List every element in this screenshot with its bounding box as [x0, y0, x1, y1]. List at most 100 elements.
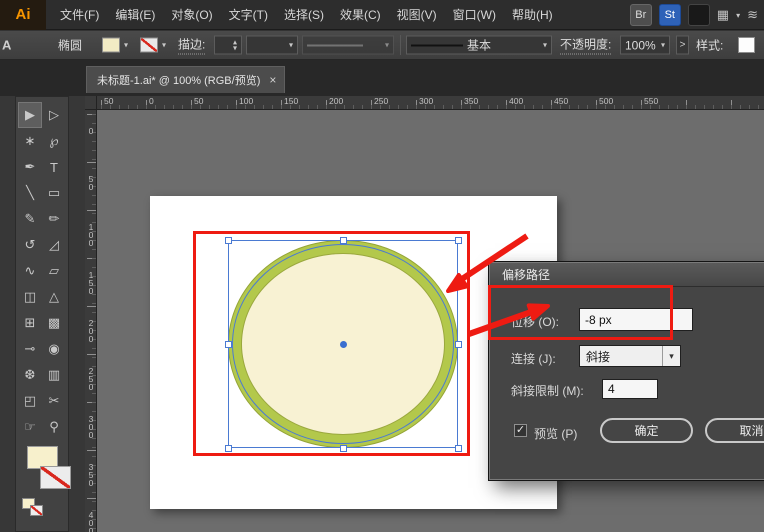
menu-item-3[interactable]: 对象(O)	[163, 0, 220, 30]
tools-grid: ▶ ▷ ∗ ℘ ✒ T ╲ ▭ ✎ ✏ ↺ ◿ ∿ ▱ ◫ △ ⊞ ▩ ⊸ ◉ ❆ ▥ ◰ ✂ ☞ ⚲	[18, 102, 66, 440]
stepper-down-icon[interactable]: ▾	[233, 44, 237, 52]
rectangle-tool-icon[interactable]: ▭	[42, 180, 66, 206]
document-tab-bar: 未标题-1.ai* @ 100% (RGB/预览) ×	[0, 60, 764, 96]
vruler-label: 350	[86, 462, 96, 486]
lasso-tool-icon[interactable]: ℘	[42, 128, 66, 154]
cs-live-icon[interactable]: ≋	[747, 7, 758, 23]
join-dropdown[interactable]: 斜接 ▾	[579, 345, 681, 367]
hruler-label: 50	[194, 96, 204, 106]
vruler-label: 300	[86, 414, 96, 438]
blend-tool-icon[interactable]: ◉	[42, 336, 66, 362]
width-profile-dropdown[interactable]: ▾	[302, 35, 394, 55]
magic-wand-tool-icon[interactable]: ∗	[18, 128, 42, 154]
type-tool-icon[interactable]: T	[42, 154, 66, 180]
direct-selection-tool-icon[interactable]: ▷	[42, 102, 66, 128]
brush-name-label: 基本	[467, 38, 492, 53]
brush-stroke-preview	[411, 44, 463, 46]
menu-item-1[interactable]: 文件(F)	[52, 0, 107, 30]
vruler-label: 250	[86, 366, 96, 390]
scale-tool-icon[interactable]: ◿	[42, 232, 66, 258]
zoom-tool-icon[interactable]: ⚲	[42, 414, 66, 440]
vruler-label: 200	[86, 318, 96, 342]
slice-tool-icon[interactable]: ✂	[42, 388, 66, 414]
stroke-weight-label[interactable]: 描边:	[178, 36, 206, 55]
stroke-weight-stepper[interactable]: ▴ ▾	[214, 35, 242, 55]
column-graph-tool-icon[interactable]: ▥	[42, 362, 66, 388]
document-tab[interactable]: 未标题-1.ai* @ 100% (RGB/预览) ×	[86, 66, 286, 93]
opacity-dropdown[interactable]: 100% ▾	[620, 35, 670, 55]
menu-item-8[interactable]: 窗口(W)	[445, 0, 504, 30]
perspective-grid-tool-icon[interactable]: △	[42, 284, 66, 310]
chevron-down-icon: ▾	[660, 40, 665, 50]
menu-bar-right: Br St ▦ ▾ ≋	[629, 4, 758, 26]
vruler-label: 400	[86, 510, 96, 532]
swatch-dark-icon[interactable]	[687, 4, 710, 26]
free-transform-tool-icon[interactable]: ▱	[42, 258, 66, 284]
control-bar: A 椭圆 ▾ ▾ 描边: ▴ ▾ ▾ ▾ 基本 ▾ 不透明度: 100% ▾ >…	[0, 31, 764, 60]
menu-item-5[interactable]: 选择(S)	[276, 0, 332, 30]
ruler-corner[interactable]	[85, 96, 97, 110]
opacity-label[interactable]: 不透明度:	[560, 36, 612, 55]
preview-checkbox[interactable]: ✓	[514, 424, 527, 437]
ok-button[interactable]: 确定	[600, 418, 693, 443]
hruler-label: 100	[239, 96, 254, 106]
menu-bar: Ai 文件(F) 编辑(E) 对象(O) 文字(T) 选择(S) 效果(C) 视图(V) 窗口…	[0, 0, 764, 30]
hruler-label: 500	[599, 96, 614, 106]
workspace-switcher-icon[interactable]: ▦	[717, 7, 729, 23]
ruler-vertical: 0 50 100 150 200 250 300 350 400	[85, 110, 97, 532]
hand-tool-icon[interactable]: ☞	[18, 414, 42, 440]
hruler-label: 450	[554, 96, 569, 106]
shape-builder-tool-icon[interactable]: ◫	[18, 284, 42, 310]
hruler-label: 200	[329, 96, 344, 106]
join-label: 连接 (J):	[511, 352, 556, 366]
style-swatch[interactable]	[738, 37, 755, 53]
symbol-sprayer-tool-icon[interactable]: ❆	[18, 362, 42, 388]
chevron-down-icon: ▾	[662, 346, 680, 366]
hruler-label: 150	[284, 96, 299, 106]
eyedropper-tool-icon[interactable]: ⊸	[18, 336, 42, 362]
menu-item-2[interactable]: 编辑(E)	[107, 0, 163, 30]
menu-item-7[interactable]: 视图(V)	[389, 0, 445, 30]
hruler-label: 0	[149, 96, 154, 106]
dialog-title[interactable]: 偏移路径	[490, 263, 764, 287]
fill-color-swatch[interactable]	[102, 37, 120, 53]
menu-item-9[interactable]: 帮助(H)	[504, 0, 561, 30]
menu-item-4[interactable]: 文字(T)	[221, 0, 276, 30]
miter-limit-input[interactable]	[602, 379, 658, 399]
chevron-down-icon[interactable]: ▾	[736, 11, 740, 20]
hruler-label: 250	[374, 96, 389, 106]
stock-icon[interactable]: St	[658, 4, 681, 26]
mesh-tool-icon[interactable]: ⊞	[18, 310, 42, 336]
hruler-label: 350	[464, 96, 479, 106]
preview-label[interactable]: 预览 (P)	[534, 425, 577, 442]
mini-stroke-swatch[interactable]	[30, 505, 43, 516]
selection-tool-icon[interactable]: ▶	[18, 102, 42, 128]
document-title: 未标题-1.ai* @ 100% (RGB/预览)	[97, 75, 261, 87]
close-icon[interactable]: ×	[269, 73, 276, 87]
stroke-color-swatch[interactable]	[140, 37, 158, 53]
chevron-down-icon: ▾	[384, 40, 389, 50]
artboard-tool-icon[interactable]: ◰	[18, 388, 42, 414]
stroke-swatch-indicator[interactable]	[40, 466, 71, 489]
menu-item-6[interactable]: 效果(C)	[332, 0, 389, 30]
width-tool-icon[interactable]: ∿	[18, 258, 42, 284]
cancel-button[interactable]: 取消	[705, 418, 764, 443]
brush-definition-dropdown[interactable]: 基本 ▾	[406, 35, 552, 55]
stroke-weight-dropdown[interactable]: ▾	[246, 35, 298, 55]
rotate-tool-icon[interactable]: ↺	[18, 232, 42, 258]
controlbar-edge-label: A	[2, 37, 12, 53]
vruler-label: 150	[86, 270, 96, 294]
hruler-label: 400	[509, 96, 524, 106]
vruler-label: 50	[86, 174, 96, 190]
annotation-rect-offset-field	[488, 285, 673, 340]
fill-caret-icon[interactable]: ▾	[124, 41, 128, 50]
divider	[400, 35, 401, 55]
line-tool-icon[interactable]: ╲	[18, 180, 42, 206]
paintbrush-tool-icon[interactable]: ✎	[18, 206, 42, 232]
pencil-tool-icon[interactable]: ✏	[42, 206, 66, 232]
opacity-more-button[interactable]: >	[676, 35, 689, 55]
stroke-caret-icon[interactable]: ▾	[162, 41, 166, 50]
pen-tool-icon[interactable]: ✒	[18, 154, 42, 180]
bridge-icon[interactable]: Br	[629, 4, 652, 26]
gradient-tool-icon[interactable]: ▩	[42, 310, 66, 336]
